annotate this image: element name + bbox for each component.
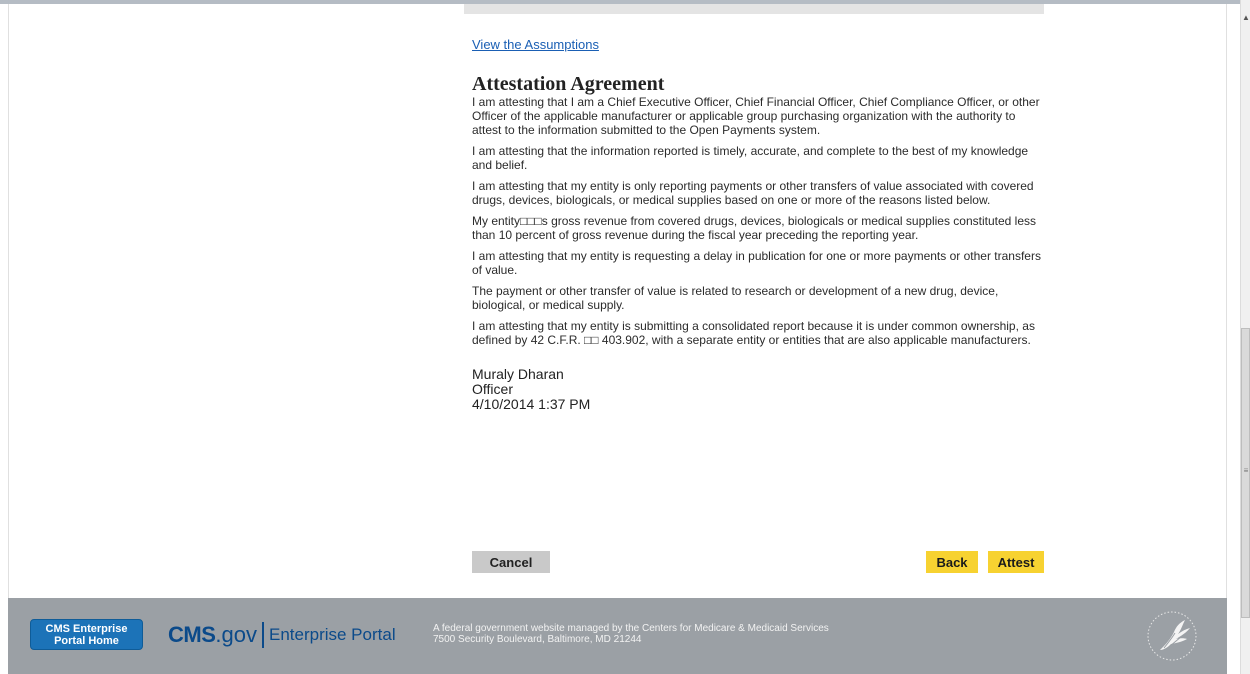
scroll-grip-icon: ≡ bbox=[1243, 466, 1249, 475]
agreement-paragraph: I am attesting that the information repo… bbox=[472, 144, 1029, 172]
cms-gov-logo: CMS .gov Enterprise Portal bbox=[168, 622, 396, 648]
signer-name: Muraly Dharan bbox=[472, 366, 564, 382]
site-footer: CMS Enterprise Portal Home CMS .gov Enter… bbox=[8, 598, 1227, 674]
signer-role: Officer bbox=[472, 381, 513, 397]
footer-text-line1: A federal government website managed by … bbox=[433, 623, 829, 634]
cancel-button[interactable]: Cancel bbox=[472, 551, 550, 573]
footer-text-line2: 7500 Security Boulevard, Baltimore, MD 2… bbox=[433, 634, 642, 645]
logo-enterprise-portal-text: Enterprise Portal bbox=[268, 625, 396, 644]
portal-home-label-line1: CMS Enterprise bbox=[45, 623, 128, 635]
back-button[interactable]: Back bbox=[926, 551, 978, 573]
browser-viewport: View the Assumptions Attestation Agreeme… bbox=[0, 0, 1250, 674]
logo-divider bbox=[261, 622, 264, 648]
vertical-scrollbar[interactable]: ▲ ≡ bbox=[1240, 0, 1250, 674]
portal-home-label-line2: Portal Home bbox=[54, 635, 119, 647]
footer-disclaimer: A federal government website managed by … bbox=[433, 623, 829, 645]
agreement-paragraph: My entity□□□s gross revenue from covered… bbox=[472, 214, 1036, 242]
view-assumptions-link[interactable]: View the Assumptions bbox=[472, 37, 599, 52]
logo-gov-text: .gov bbox=[215, 622, 257, 647]
agreement-paragraph: I am attesting that my entity is only re… bbox=[472, 179, 1034, 207]
agreement-paragraph: The payment or other transfer of value i… bbox=[472, 284, 999, 312]
logo-cms-text: CMS bbox=[168, 622, 216, 647]
agreement-paragraph: I am attesting that my entity is submitt… bbox=[472, 319, 1035, 347]
scroll-thumb[interactable]: ≡ bbox=[1241, 328, 1250, 618]
attestation-agreement-title: Attestation Agreement bbox=[472, 73, 665, 95]
attest-button[interactable]: Attest bbox=[988, 551, 1044, 573]
action-bar: Cancel Back Attest bbox=[472, 551, 1044, 573]
hhs-eagle-icon bbox=[1147, 611, 1197, 661]
attestation-content: View the Assumptions Attestation Agreeme… bbox=[472, 36, 1044, 412]
signature-block: Muraly Dharan Officer 4/10/2014 1:37 PM bbox=[472, 367, 1044, 412]
cms-portal-home-button[interactable]: CMS Enterprise Portal Home bbox=[30, 619, 143, 650]
agreement-paragraph: I am attesting that my entity is request… bbox=[472, 249, 1041, 277]
scroll-up-arrow-icon[interactable]: ▲ bbox=[1242, 14, 1250, 22]
agreement-paragraph: I am attesting that I am a Chief Executi… bbox=[472, 95, 1040, 137]
content-top-bar bbox=[464, 4, 1044, 14]
signature-timestamp: 4/10/2014 1:37 PM bbox=[472, 396, 591, 412]
